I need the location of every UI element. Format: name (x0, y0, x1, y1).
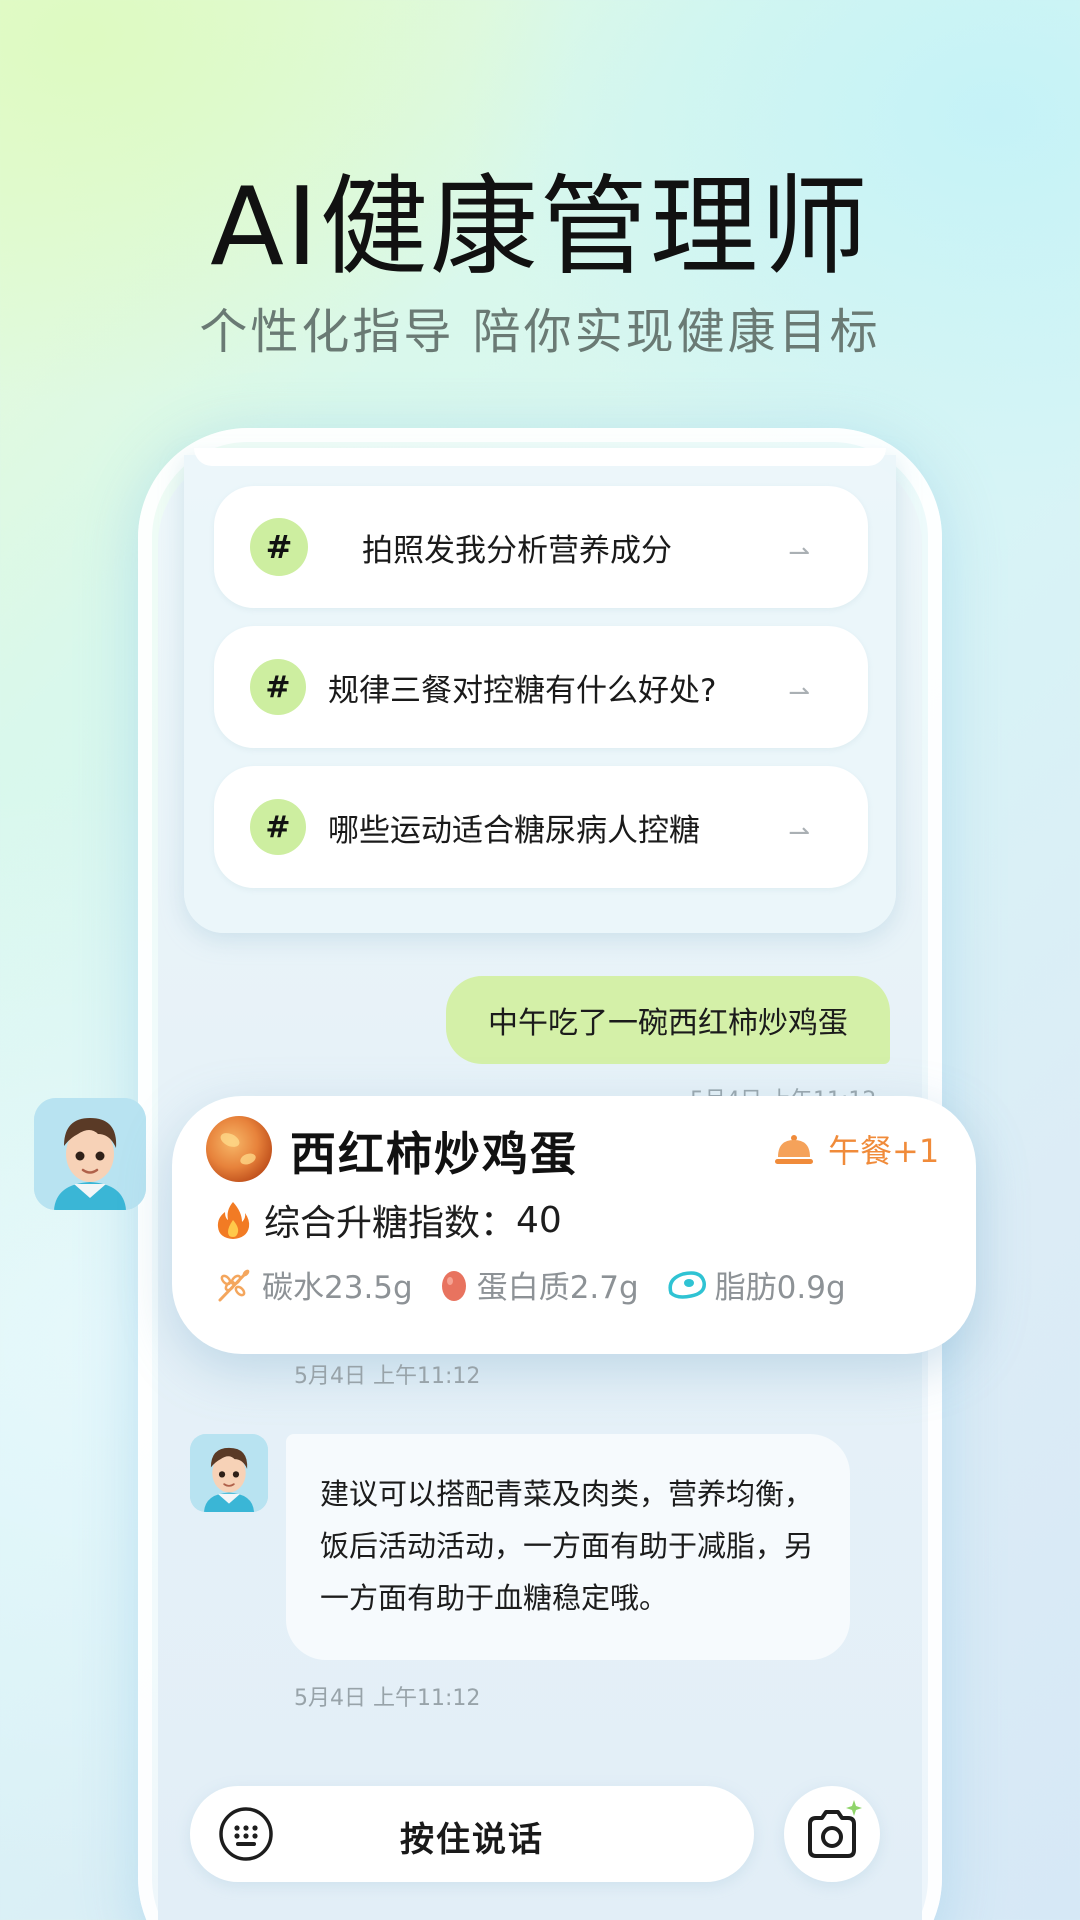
hashtag-icon: # (250, 518, 308, 576)
hold-to-talk-button[interactable]: 按住说话 (190, 1786, 754, 1882)
food-name: 西红柿炒鸡蛋 (290, 1127, 578, 1181)
camera-button[interactable] (784, 1786, 880, 1882)
egg-icon (441, 1270, 466, 1301)
protein-item: 蛋白质2.7g (439, 1262, 639, 1307)
fat-item: 脂肪0.9g (665, 1262, 846, 1307)
assistant-avatar (34, 1098, 146, 1210)
meal-cloche-icon (775, 1135, 813, 1164)
suggestion-label: 哪些运动适合糖尿病人控糖 (328, 812, 700, 849)
gi-value: 40 (516, 1199, 562, 1241)
page-subtitle: 个性化指导 陪你实现健康目标 (199, 304, 881, 360)
suggestion-panel-edge (194, 448, 886, 466)
camera-icon (808, 1800, 862, 1858)
suggestion-item[interactable]: # 规律三餐对控糖有什么好处? ⇀ (214, 626, 868, 748)
protein-value: 蛋白质2.7g (476, 1270, 639, 1306)
page-title: AI健康管理师 (210, 165, 870, 290)
meal-tag-label: 午餐+1 (828, 1132, 940, 1170)
gi-label: 综合升糖指数： (264, 1203, 517, 1244)
meat-icon (668, 1270, 706, 1299)
assistant-message-time: 5月4日 上午11:12 (294, 1686, 481, 1711)
suggestion-label: 拍照发我分析营养成分 (362, 532, 672, 569)
card-timestamp: 5月4日 上午11:12 (294, 1364, 481, 1389)
suggestion-item[interactable]: # 拍照发我分析营养成分 ⇀ (214, 486, 868, 608)
arrow-right-icon: ⇀ (788, 678, 810, 708)
suggestion-item[interactable]: # 哪些运动适合糖尿病人控糖 ⇀ (214, 766, 868, 888)
hashtag-icon: # (250, 799, 306, 855)
user-message-bubble: 中午吃了一碗西红柿炒鸡蛋 (446, 976, 890, 1064)
arrow-right-icon: ⇀ (788, 538, 810, 568)
macro-row: 碳水23.5g 蛋白质2.7g 脂肪0.9g (216, 1262, 872, 1307)
food-photo (206, 1116, 272, 1182)
assistant-avatar-small (190, 1434, 268, 1512)
wheat-icon (218, 1269, 250, 1301)
carbs-item: 碳水23.5g (216, 1262, 413, 1307)
assistant-message-bubble: 建议可以搭配青菜及肉类，营养均衡，饭后活动活动，一方面有助于减脂，另一方面有助于… (286, 1434, 850, 1660)
arrow-right-icon: ⇀ (788, 818, 810, 848)
fire-icon (217, 1202, 250, 1239)
hold-to-talk-label: 按住说话 (400, 1820, 544, 1860)
hashtag-icon: # (250, 659, 306, 715)
suggestion-label: 规律三餐对控糖有什么好处? (328, 672, 717, 709)
fat-value: 脂肪0.9g (714, 1270, 846, 1306)
meal-tag[interactable]: 午餐+1 (774, 1126, 939, 1172)
carbs-value: 碳水23.5g (262, 1270, 413, 1306)
glycemic-index-row: 综合升糖指数： 40 (216, 1194, 562, 1246)
